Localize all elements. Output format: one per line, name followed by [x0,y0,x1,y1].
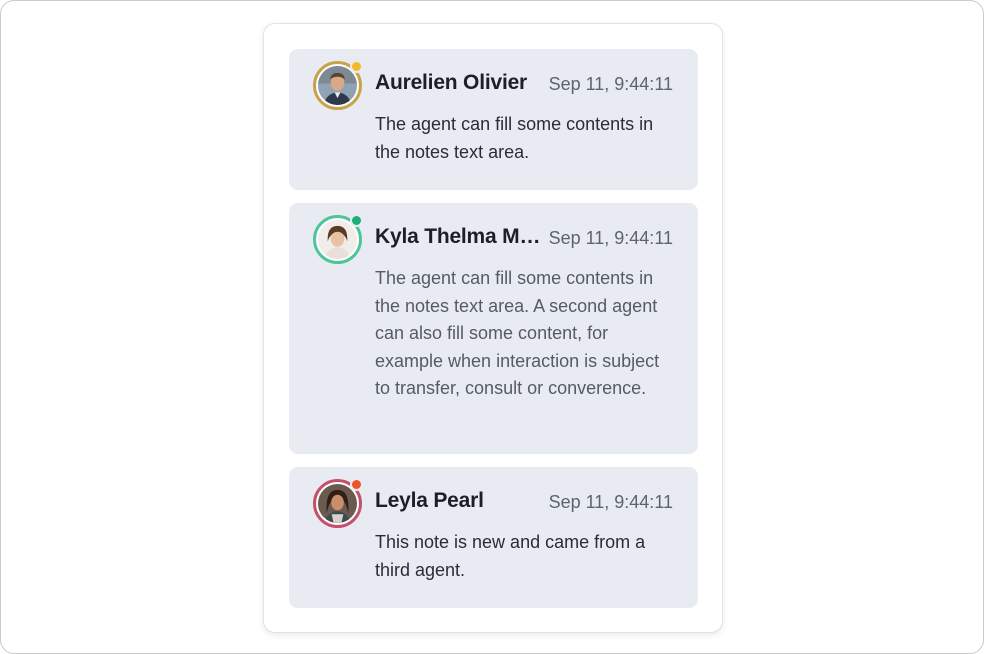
app-frame: Aurelien Olivier Sep 11, 9:44:11 The age… [0,0,984,654]
avatar[interactable] [313,478,363,528]
note-text: The agent can fill some contents in the … [375,268,660,398]
female-avatar-icon [318,220,357,259]
status-dot [350,60,363,73]
author-name: Leyla Pearl [375,489,484,512]
avatar[interactable] [313,60,363,110]
note-card[interactable]: Aurelien Olivier Sep 11, 9:44:11 The age… [289,49,698,190]
note-timestamp: Sep 11, 9:44:11 [548,74,673,94]
author-name: Aurelien Olivier [375,71,528,94]
note-text: This note is new and came from a third a… [375,532,646,580]
male-avatar-icon [318,66,357,105]
note-card[interactable]: Kyla Thelma Ma... Sep 11, 9:44:11 The ag… [289,203,698,454]
note-timestamp: Sep 11, 9:44:11 [548,492,673,512]
notes-panel: Aurelien Olivier Sep 11, 9:44:11 The age… [263,23,723,633]
note-text: The agent can fill some contents in the … [375,114,654,162]
note-card[interactable]: Leyla Pearl Sep 11, 9:44:11 This note is… [289,467,698,608]
female-avatar-icon [318,484,357,523]
note-timestamp: Sep 11, 9:44:11 [548,228,673,248]
avatar[interactable] [313,214,363,264]
status-dot [350,478,363,491]
status-dot [350,214,363,227]
author-name: Kyla Thelma Ma... [375,225,545,248]
